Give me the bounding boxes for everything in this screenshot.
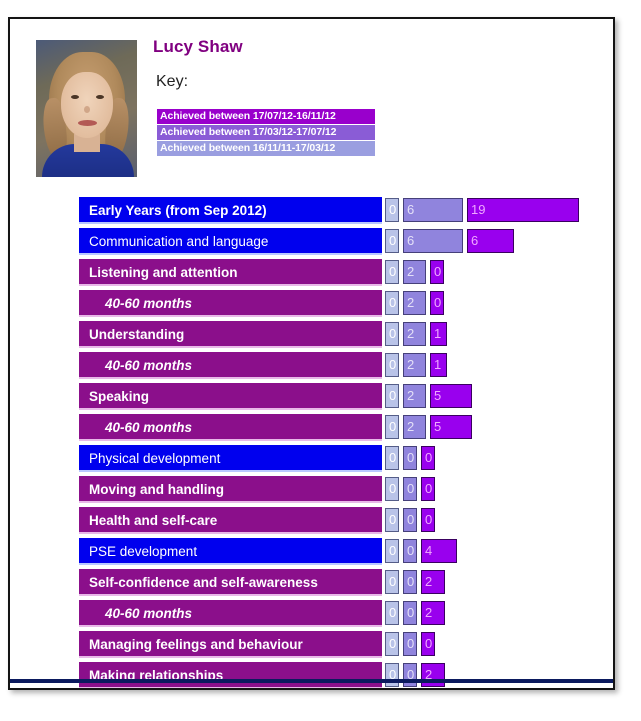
photo-face	[61, 72, 113, 138]
pupil-photo	[36, 40, 137, 177]
key-legend-item-1: Achieved between 17/07/12-16/11/12	[157, 109, 375, 124]
key-legend-item-3: Achieved between 16/11/11-17/03/12	[157, 141, 375, 156]
chart-bar-segment-3: 2	[421, 663, 445, 687]
chart-row: 40-60 months 0 2 1	[10, 352, 613, 381]
photo-nose	[84, 106, 90, 113]
chart-bar-segment-1: 0	[385, 508, 399, 532]
key-title: Key:	[156, 73, 189, 90]
chart-row: Physical development 0 0 0	[10, 445, 613, 474]
chart-bar-segment-2: 2	[403, 260, 426, 284]
chart-bar-segment-2: 0	[403, 539, 417, 563]
chart-row-label: Moving and handling	[79, 476, 382, 503]
chart-bar-segment-3: 0	[430, 291, 444, 315]
chart-row: Making relationships 0 0 2	[10, 662, 613, 688]
chart-bar-segment-3: 0	[421, 446, 435, 470]
chart-bar-segment-1: 0	[385, 415, 399, 439]
chart-bar-segment-3: 19	[467, 198, 579, 222]
chart-row-label: Self-confidence and self-awareness	[79, 569, 382, 596]
chart-row-label: Early Years (from Sep 2012)	[79, 197, 382, 224]
chart-row-label: Physical development	[79, 445, 382, 472]
chart-row: 40-60 months 0 2 0	[10, 290, 613, 319]
chart-row: Managing feelings and behaviour 0 0 0	[10, 631, 613, 660]
chart-bar-segment-3: 6	[467, 229, 514, 253]
chart-bar-segment-1: 0	[385, 291, 399, 315]
chart-row-label: Listening and attention	[79, 259, 382, 286]
chart-bar-segment-3: 1	[430, 353, 447, 377]
chart-bar-segment-3: 4	[421, 539, 457, 563]
chart-row-label: 40-60 months	[79, 414, 382, 441]
chart-bar-segment-3: 0	[421, 477, 435, 501]
chart-bar-segment-1: 0	[385, 446, 399, 470]
chart-row: Understanding 0 2 1	[10, 321, 613, 350]
chart-bar-segment-2: 0	[403, 446, 417, 470]
photo-mouth	[78, 120, 97, 126]
chart-row: Health and self-care 0 0 0	[10, 507, 613, 536]
chart-bar-segment-3: 2	[421, 570, 445, 594]
chart-bar-segment-2: 0	[403, 477, 417, 501]
chart-row-label: Understanding	[79, 321, 382, 348]
chart-row: Communication and language 0 6 6	[10, 228, 613, 257]
chart-row: Self-confidence and self-awareness 0 0 2	[10, 569, 613, 598]
chart-bar-segment-1: 0	[385, 601, 399, 625]
card-header: Lucy Shaw Key: Achieved between 17/07/12…	[10, 19, 613, 191]
chart-bar-segment-1: 0	[385, 384, 399, 408]
chart-bar-segment-3: 0	[421, 632, 435, 656]
chart-bar-segment-1: 0	[385, 322, 399, 346]
chart-bar-segment-2: 2	[403, 384, 426, 408]
chart-bar-segment-2: 0	[403, 663, 417, 687]
chart-bar-segment-3: 5	[430, 415, 472, 439]
chart-row: Speaking 0 2 5	[10, 383, 613, 412]
chart-bar-segment-1: 0	[385, 198, 399, 222]
chart-row: PSE development 0 0 4	[10, 538, 613, 567]
chart-row-label: PSE development	[79, 538, 382, 565]
chart-bar-segment-1: 0	[385, 477, 399, 501]
pupil-progress-card: Lucy Shaw Key: Achieved between 17/07/12…	[8, 17, 615, 690]
card-bottom-rule	[10, 679, 613, 683]
chart-row-label: Managing feelings and behaviour	[79, 631, 382, 658]
pupil-name: Lucy Shaw	[153, 37, 243, 56]
chart-bar-segment-2: 6	[403, 229, 463, 253]
chart-row: 40-60 months 0 2 5	[10, 414, 613, 443]
chart-row-label: Communication and language	[79, 228, 382, 255]
chart-bar-segment-3: 1	[430, 322, 447, 346]
chart-bar-segment-2: 0	[403, 508, 417, 532]
chart-row-label: 40-60 months	[79, 600, 382, 627]
chart-row-label: Health and self-care	[79, 507, 382, 534]
chart-row-label: 40-60 months	[79, 290, 382, 317]
chart-bar-segment-2: 2	[403, 415, 426, 439]
chart-bar-segment-2: 0	[403, 601, 417, 625]
chart-row: 40-60 months 0 0 2	[10, 600, 613, 629]
chart-row: Early Years (from Sep 2012) 0 6 19	[10, 197, 613, 226]
photo-eye-right	[96, 95, 104, 99]
chart-row-label: Speaking	[79, 383, 382, 410]
chart-bar-segment-3: 0	[430, 260, 444, 284]
chart-bar-segment-1: 0	[385, 663, 399, 687]
chart-bar-segment-2: 2	[403, 322, 426, 346]
chart-row: Listening and attention 0 2 0	[10, 259, 613, 288]
chart-bar-segment-1: 0	[385, 229, 399, 253]
photo-eye-left	[71, 95, 79, 99]
chart-bar-segment-1: 0	[385, 539, 399, 563]
chart-bar-segment-1: 0	[385, 570, 399, 594]
chart-bar-segment-1: 0	[385, 260, 399, 284]
chart-bar-segment-2: 0	[403, 632, 417, 656]
chart-bar-segment-2: 0	[403, 570, 417, 594]
key-legend-item-2: Achieved between 17/03/12-17/07/12	[157, 125, 375, 140]
chart-bar-segment-2: 2	[403, 291, 426, 315]
chart-bar-segment-3: 2	[421, 601, 445, 625]
chart-bar-segment-3: 5	[430, 384, 472, 408]
chart-row-label: Making relationships	[79, 662, 382, 688]
chart-row-label: 40-60 months	[79, 352, 382, 379]
chart-bar-segment-3: 0	[421, 508, 435, 532]
chart-row: Moving and handling 0 0 0	[10, 476, 613, 505]
progress-chart-rows: Early Years (from Sep 2012) 0 6 19 Communica…	[10, 197, 613, 688]
chart-bar-segment-1: 0	[385, 632, 399, 656]
chart-bar-segment-1: 0	[385, 353, 399, 377]
chart-bar-segment-2: 2	[403, 353, 426, 377]
chart-bar-segment-2: 6	[403, 198, 463, 222]
